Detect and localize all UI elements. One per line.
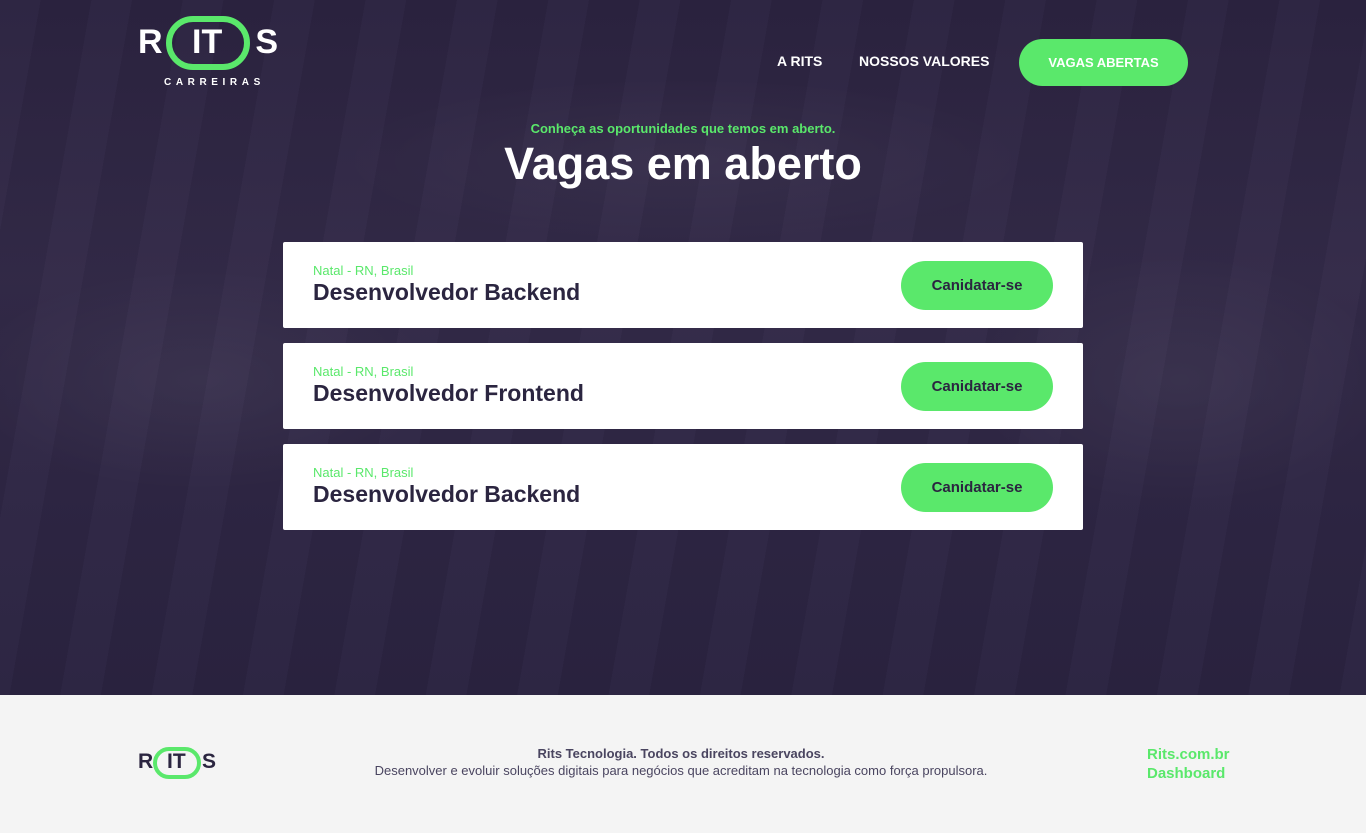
logo-wordmark: R IT S <box>138 15 278 71</box>
hero-kicker: Conheça as oportunidades que temos em ab… <box>530 121 836 136</box>
apply-button[interactable]: Canidatar-se <box>901 362 1053 411</box>
logo-subtitle: CARREIRAS <box>164 77 265 88</box>
rits-logo[interactable]: R IT S CARREIRAS <box>138 15 278 88</box>
apply-button[interactable]: Canidatar-se <box>901 261 1053 310</box>
job-card: Natal - RN, Brasil Desenvolvedor Backend… <box>283 242 1083 328</box>
nav-link-a-rits[interactable]: A RITS <box>777 53 822 69</box>
job-card: Natal - RN, Brasil Desenvolvedor Fronten… <box>283 343 1083 429</box>
job-title: Desenvolvedor Backend <box>313 481 581 507</box>
hero-section: R IT S CARREIRAS A RITS NOSSOS VALORES V… <box>0 0 1366 695</box>
job-location: Natal - RN, Brasil <box>313 263 414 278</box>
footer-link-dashboard[interactable]: Dashboard <box>1147 765 1225 782</box>
page-title: Vagas em aberto <box>504 138 862 189</box>
job-title: Desenvolvedor Backend <box>313 279 581 305</box>
logo-letters-it: IT <box>192 23 223 61</box>
logo-letter-s: S <box>255 23 278 61</box>
vagas-abertas-button[interactable]: VAGAS ABERTAS <box>1019 39 1188 86</box>
job-location: Natal - RN, Brasil <box>313 465 414 480</box>
footer: R IT S Rits Tecnologia. Todos os direito… <box>0 695 1366 833</box>
job-location: Natal - RN, Brasil <box>313 364 414 379</box>
nav-link-nossos-valores[interactable]: NOSSOS VALORES <box>859 53 989 69</box>
job-card: Natal - RN, Brasil Desenvolvedor Backend… <box>283 444 1083 530</box>
logo-letter-r: R <box>138 23 163 61</box>
footer-link-rits-site[interactable]: Rits.com.br <box>1147 746 1230 763</box>
apply-button[interactable]: Canidatar-se <box>901 463 1053 512</box>
job-title: Desenvolvedor Frontend <box>313 380 584 406</box>
